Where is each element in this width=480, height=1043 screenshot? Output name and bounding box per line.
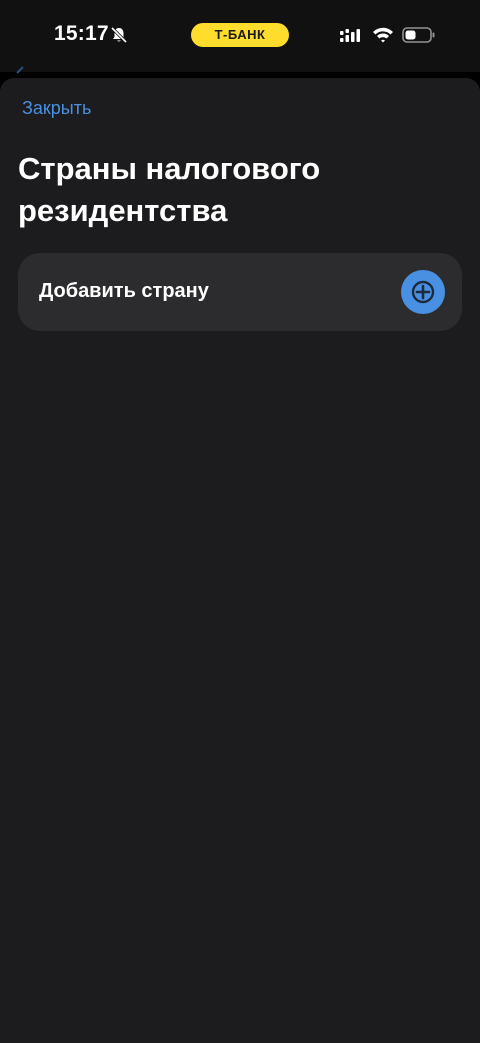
close-button[interactable]: Закрыть xyxy=(22,98,91,119)
page-title: Страны налогового резидентства xyxy=(18,151,321,228)
status-bar: 15:17 Т-БАНК xyxy=(0,0,480,72)
status-time: 15:17 xyxy=(54,22,109,45)
wifi-icon xyxy=(373,27,393,43)
screen: 15:17 Т-БАНК Закрыть Страны налогового р… xyxy=(0,0,480,1043)
brand-badge: Т-БАНК xyxy=(191,23,289,47)
add-country-label: Добавить страну xyxy=(39,280,209,302)
modal-sheet: Закрыть Страны налогового резидентства Д… xyxy=(0,78,480,1043)
battery-icon xyxy=(402,27,435,43)
plus-icon[interactable] xyxy=(401,270,445,314)
signal-icon xyxy=(340,29,360,42)
bell-muted-icon xyxy=(110,26,128,44)
add-country-button[interactable]: Добавить страну xyxy=(18,253,462,331)
